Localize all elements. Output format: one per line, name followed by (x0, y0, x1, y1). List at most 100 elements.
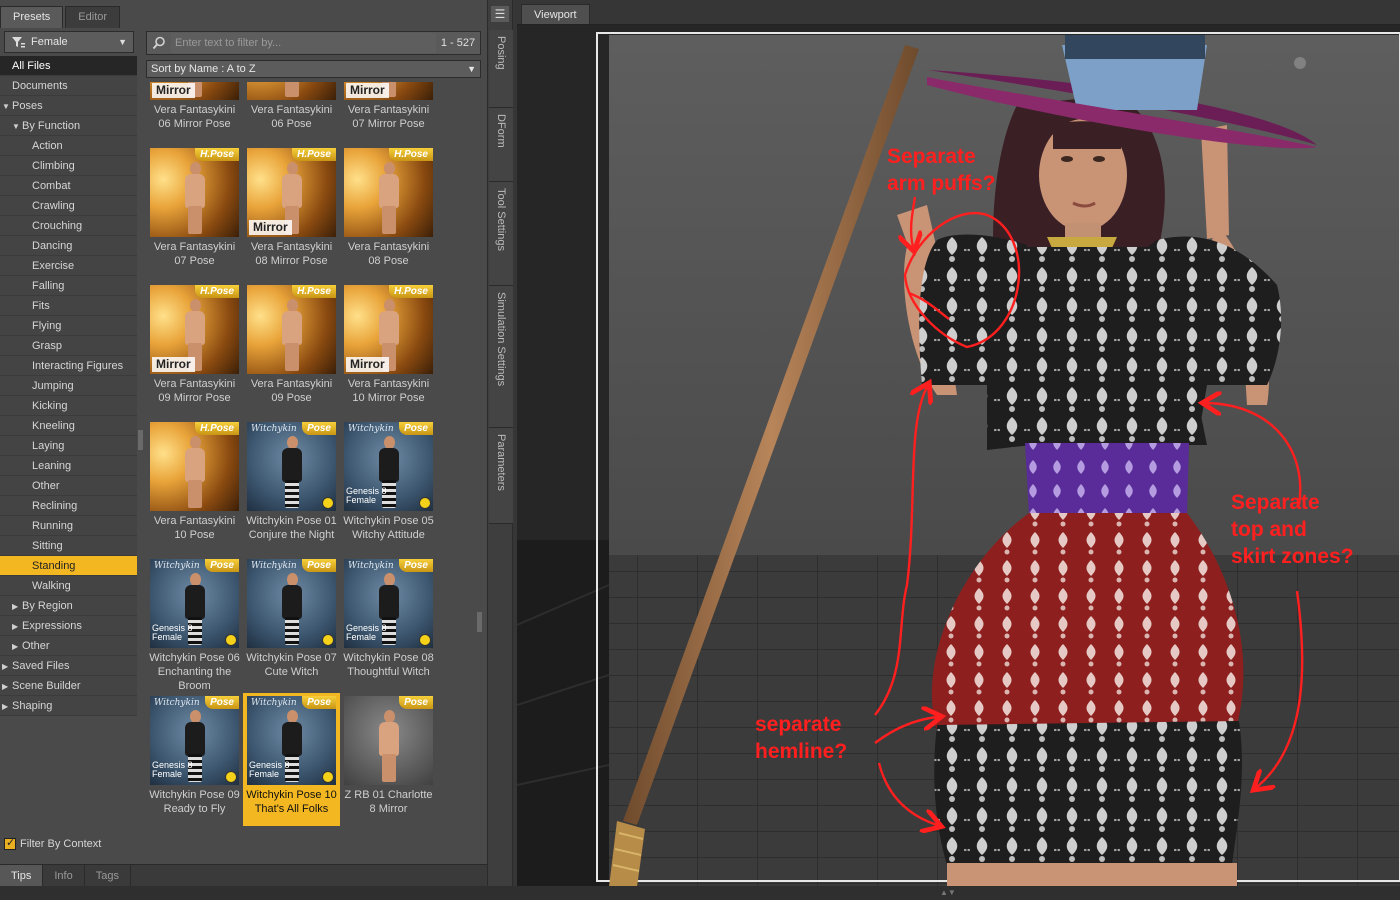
tree-item-grasp[interactable]: Grasp (0, 336, 137, 356)
tree-item-crouching[interactable]: Crouching (0, 216, 137, 236)
preset-tile[interactable]: Witchykin Pose Witchykin Pose 01 Conjure t… (243, 419, 340, 552)
category-dropdown[interactable]: Female ▼ (4, 31, 134, 53)
tab-editor[interactable]: Editor (65, 6, 121, 28)
smiley-icon (419, 497, 431, 509)
tree-item-other[interactable]: Other (0, 476, 137, 496)
pane-menu-icon[interactable]: ☰ (491, 6, 509, 22)
pose-badge: Pose (399, 422, 433, 435)
filter-by-context-checkbox[interactable]: Filter By Context (4, 836, 101, 852)
tree-item-by-region[interactable]: ▶ By Region (0, 596, 137, 616)
tree-item-climbing[interactable]: Climbing (0, 156, 137, 176)
tab-posing[interactable]: Posing (489, 30, 513, 108)
tree-item-combat[interactable]: Combat (0, 176, 137, 196)
tab-tips[interactable]: Tips (0, 865, 44, 886)
collapsed-arrow-icon[interactable]: ▶ (2, 697, 12, 715)
tree-item-fits[interactable]: Fits (0, 296, 137, 316)
tree-item-standing[interactable]: Standing (0, 556, 137, 576)
expanded-arrow-icon[interactable]: ▼ (12, 117, 22, 135)
viewport-render[interactable]: Separate arm puffs? Separate top and skirt … (517, 25, 1400, 887)
preset-tile[interactable]: Pose Z RB 01 Charlotte 8 Mirror (340, 693, 437, 826)
tree-item-by-function[interactable]: ▼ By Function (0, 116, 137, 136)
tree-item-walking[interactable]: Walking (0, 576, 137, 596)
collapsed-arrow-icon[interactable]: ▶ (12, 597, 22, 615)
collapsed-arrow-icon[interactable]: ▶ (12, 617, 22, 635)
tab-tags[interactable]: Tags (85, 865, 131, 886)
tree-item-interacting-figures[interactable]: Interacting Figures (0, 356, 137, 376)
tree-item-laying[interactable]: Laying (0, 436, 137, 456)
tree-item-running[interactable]: Running (0, 516, 137, 536)
tree-item-sitting[interactable]: Sitting (0, 536, 137, 556)
preset-caption: Vera Fantasykini 09 Pose (250, 378, 333, 404)
preset-caption: Vera Fantasykini 06 Pose (250, 104, 333, 130)
tree-item-saved-files[interactable]: ▶ Saved Files (0, 656, 137, 676)
tab-info[interactable]: Info (43, 865, 85, 886)
tree-item-dancing[interactable]: Dancing (0, 236, 137, 256)
tab-presets[interactable]: Presets (0, 6, 64, 28)
preset-tile[interactable]: H.Pose Vera Fantasykini 09 Pose (243, 282, 340, 415)
tree-item-action[interactable]: Action (0, 136, 137, 156)
expanded-arrow-icon[interactable]: ▼ (2, 97, 12, 115)
search-input[interactable] (171, 33, 436, 53)
mirror-label: Mirror (249, 220, 292, 235)
tree-item-kneeling[interactable]: Kneeling (0, 416, 137, 436)
preset-thumbnail (247, 82, 336, 100)
preset-tile[interactable]: Vera Fantasykini 06 Pose (243, 82, 340, 141)
tab-dform[interactable]: DForm (489, 108, 513, 182)
preset-caption: Witchykin Pose 09 Ready to Fly (149, 789, 240, 815)
mirror-label: Mirror (152, 83, 195, 98)
tree-item-all-files[interactable]: All Files (0, 56, 137, 76)
splitter-handle[interactable] (138, 430, 143, 450)
preset-tile[interactable]: H.Pose Vera Fantasykini 10 Pose (146, 419, 243, 552)
tree-item-other[interactable]: ▶ Other (0, 636, 137, 656)
preset-thumbnail: H.Pose Mirror (344, 285, 433, 374)
figure-thumbnail-icon (279, 573, 305, 645)
tree-item-poses[interactable]: ▼ Poses (0, 96, 137, 116)
preset-tile[interactable]: H.Pose Vera Fantasykini 08 Pose (340, 145, 437, 278)
genesis-label: Genesis 8 Female (346, 623, 387, 642)
tree-item-leaning[interactable]: Leaning (0, 456, 137, 476)
preset-tile[interactable]: Witchykin Pose Genesis 8 Female Witchykin P… (340, 556, 437, 689)
tree-item-flying[interactable]: Flying (0, 316, 137, 336)
preset-tile[interactable]: Witchykin Pose Genesis 8 Female Witchykin P… (340, 419, 437, 552)
preset-tile[interactable]: Mirror Vera Fantasykini 07 Mirror Pose (340, 82, 437, 141)
preset-tile[interactable]: Witchykin Pose Genesis 8 Female Witchykin P… (146, 556, 243, 692)
preset-grid: Mirror Vera Fantasykini 06 Mirror Pose Ver… (146, 82, 476, 854)
tree-item-exercise[interactable]: Exercise (0, 256, 137, 276)
tree-item-kicking[interactable]: Kicking (0, 396, 137, 416)
tree-item-jumping[interactable]: Jumping (0, 376, 137, 396)
preset-thumbnail: H.Pose Mirror (150, 285, 239, 374)
preset-thumbnail: H.Pose (247, 285, 336, 374)
tree-item-shaping[interactable]: ▶ Shaping (0, 696, 137, 716)
collapsed-arrow-icon[interactable]: ▶ (2, 677, 12, 695)
tab-tool-settings[interactable]: Tool Settings (489, 182, 513, 286)
collapse-handle-icon[interactable]: ▲▼ (940, 888, 956, 897)
tab-parameters[interactable]: Parameters (489, 428, 513, 524)
collapsed-arrow-icon[interactable]: ▶ (2, 657, 12, 675)
preset-tile[interactable]: Witchykin Pose Witchykin Pose 07 Cute Witc… (243, 556, 340, 689)
preset-tile[interactable]: H.Pose Mirror Vera Fantasykini 08 Mirror P… (243, 145, 340, 278)
preset-tile[interactable]: H.Pose Mirror Vera Fantasykini 09 Mirror P… (146, 282, 243, 415)
tree-item-documents[interactable]: Documents (0, 76, 137, 96)
tab-simulation-settings[interactable]: Simulation Settings (489, 286, 513, 428)
preset-tile[interactable]: H.Pose Mirror Vera Fantasykini 10 Mirror P… (340, 282, 437, 415)
tree-item-label: Walking (32, 580, 71, 592)
tab-simulation-settings-label: Simulation Settings (495, 292, 507, 387)
tree-item-label: Dancing (32, 240, 73, 252)
tree-item-expressions[interactable]: ▶ Expressions (0, 616, 137, 636)
tree-item-label: Interacting Figures (32, 360, 124, 372)
tab-viewport[interactable]: Viewport (521, 4, 590, 25)
collapsed-arrow-icon[interactable]: ▶ (12, 637, 22, 655)
tree-item-scene-builder[interactable]: ▶ Scene Builder (0, 676, 137, 696)
scrollbar-handle[interactable] (477, 612, 482, 632)
tree-item-crawling[interactable]: Crawling (0, 196, 137, 216)
preset-tile[interactable]: H.Pose Vera Fantasykini 07 Pose (146, 145, 243, 278)
preset-tile[interactable]: Mirror Vera Fantasykini 06 Mirror Pose (146, 82, 243, 141)
sort-dropdown[interactable]: Sort by Name : A to Z ▼ (146, 60, 481, 78)
checkbox-checked-icon (4, 836, 16, 850)
tree-item-reclining[interactable]: Reclining (0, 496, 137, 516)
viewport-canvas[interactable]: Separate arm puffs? Separate top and skirt … (517, 24, 1400, 887)
preset-tile[interactable]: Witchykin Pose Genesis 8 Female Witchykin P… (146, 693, 243, 826)
preset-tile[interactable]: Witchykin Pose Genesis 8 Female Witchykin P… (243, 693, 340, 826)
tree-item-falling[interactable]: Falling (0, 276, 137, 296)
tree-item-label: Action (32, 140, 63, 152)
